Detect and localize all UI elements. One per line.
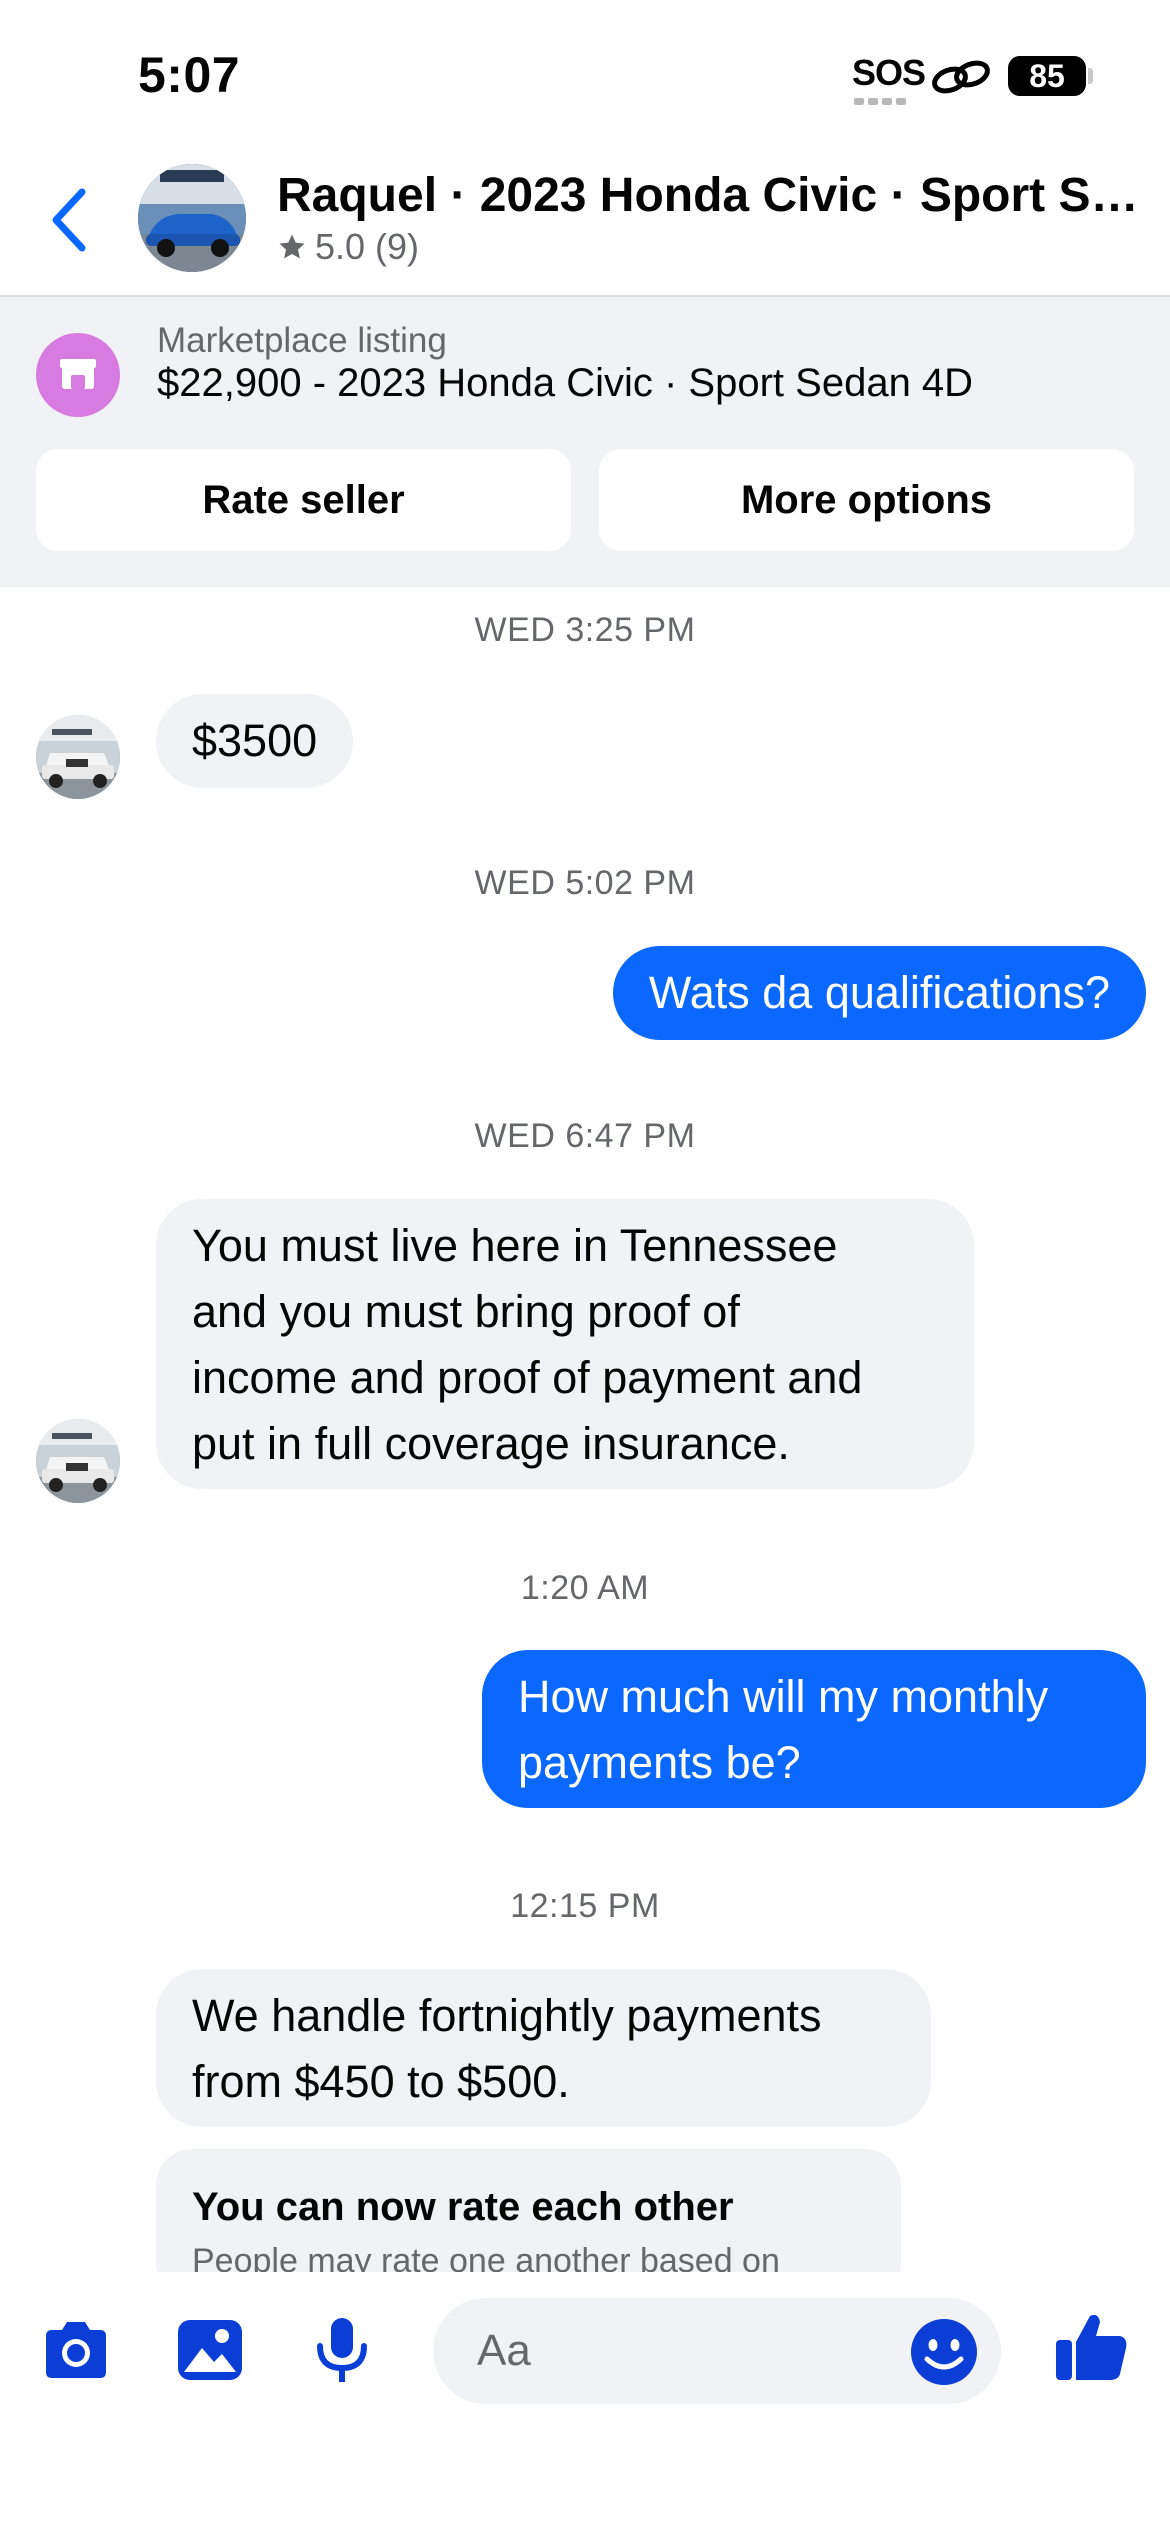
battery-nub — [1088, 68, 1093, 84]
timestamp: 1:20 AM — [520, 1569, 650, 1607]
message-thread[interactable]: WED 3:25 PM $3500 WED 5:02 PM Wats da qu… — [0, 587, 1170, 2272]
timestamp: 12:15 PM — [510, 1887, 660, 1925]
timestamp: WED 5:02 PM — [474, 864, 696, 902]
message-input[interactable] — [477, 2298, 897, 2404]
satellite-link-icon — [932, 60, 990, 94]
message-line: from $450 to $500. — [192, 2056, 570, 2107]
seller-avatar[interactable] — [138, 164, 246, 272]
incoming-message[interactable]: You must live here in Tennessee and you … — [156, 1199, 974, 1489]
status-time: 5:07 — [138, 47, 241, 103]
message-line: We handle fortnightly payments — [192, 1990, 822, 2041]
listing-title[interactable]: $22,900 - 2023 Honda Civic · Sport Sedan… — [157, 361, 973, 406]
conversation-header: Raquel · 2023 Honda Civic · Sport Sedan … — [0, 150, 1170, 297]
incoming-message[interactable]: We handle fortnightly payments from $450… — [156, 1969, 931, 2127]
message-line: payments be? — [518, 1737, 801, 1788]
more-options-button[interactable]: More options — [599, 449, 1134, 551]
camera-icon[interactable] — [40, 2314, 112, 2386]
card-title: You can now rate each other — [192, 2185, 734, 2229]
sos-indicator: SOS — [852, 52, 926, 93]
card-body: People may rate one another based on — [192, 2242, 780, 2272]
rate-seller-button[interactable]: Rate seller — [36, 449, 571, 551]
sender-avatar[interactable] — [36, 715, 120, 799]
timestamp: WED 3:25 PM — [474, 611, 696, 649]
seller-rating[interactable]: 5.0 (9) — [277, 226, 419, 268]
marketplace-store-icon — [36, 333, 120, 417]
outgoing-message[interactable]: How much will my monthly payments be? — [482, 1650, 1146, 1808]
emoji-icon[interactable] — [909, 2317, 979, 2387]
marketplace-listing-banner[interactable]: Marketplace listing $22,900 - 2023 Honda… — [0, 297, 1170, 587]
rating-text: 5.0 (9) — [315, 226, 420, 267]
thumbs-up-icon[interactable] — [1054, 2308, 1130, 2384]
conversation-title[interactable]: Raquel · 2023 Honda Civic · Sport Sedan … — [277, 168, 1147, 223]
status-bar: 5:07 SOS 85 — [0, 0, 1170, 150]
star-icon — [279, 234, 305, 259]
message-line: How much will my monthly — [518, 1671, 1049, 1722]
listing-label: Marketplace listing — [157, 321, 447, 360]
timestamp: WED 6:47 PM — [474, 1117, 696, 1155]
message-composer — [0, 2272, 1170, 2532]
rating-info-card[interactable]: You can now rate each other People may r… — [156, 2149, 901, 2272]
back-chevron-icon[interactable] — [40, 180, 100, 260]
sender-avatar[interactable] — [36, 1419, 120, 1503]
message-line: income and proof of payment and — [192, 1352, 863, 1403]
message-input-box[interactable] — [433, 2298, 1001, 2404]
outgoing-message[interactable]: Wats da qualifications? — [612, 946, 1146, 1040]
message-line: and you must bring proof of — [192, 1286, 740, 1337]
signal-dots-icon — [854, 92, 912, 105]
message-line: put in full coverage insurance. — [192, 1418, 790, 1469]
battery-indicator: 85 — [1008, 56, 1086, 96]
message-line: You must live here in Tennessee — [192, 1220, 838, 1271]
microphone-icon[interactable] — [306, 2314, 378, 2386]
gallery-icon[interactable] — [174, 2314, 246, 2386]
incoming-message[interactable]: $3500 — [156, 694, 354, 788]
